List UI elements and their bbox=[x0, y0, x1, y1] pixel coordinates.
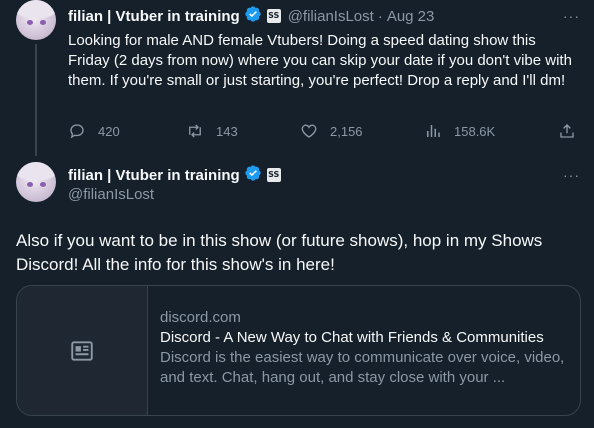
card-title: Discord - A New Way to Chat with Friends… bbox=[160, 329, 544, 346]
like-count: 2,156 bbox=[330, 123, 363, 139]
avatar[interactable] bbox=[16, 162, 56, 202]
affiliate-badge-icon: SS bbox=[266, 9, 281, 23]
like-icon bbox=[301, 124, 317, 138]
article-icon bbox=[71, 340, 93, 361]
views-button[interactable]: 158.6K bbox=[424, 122, 495, 140]
avatar[interactable] bbox=[16, 0, 56, 40]
tweet-date[interactable]: Aug 23 bbox=[387, 8, 435, 25]
reply-button[interactable]: 420 bbox=[68, 122, 120, 140]
share-button[interactable] bbox=[558, 122, 588, 140]
separator: · bbox=[377, 7, 383, 25]
link-card[interactable]: discord.com Discord - A New Way to Chat … bbox=[16, 285, 581, 416]
views-count: 158.6K bbox=[454, 123, 496, 139]
more-options-icon[interactable]: ··· bbox=[563, 167, 580, 183]
handle[interactable]: @filianIsLost bbox=[288, 8, 374, 25]
card-thumbnail bbox=[17, 286, 148, 415]
affiliate-badge-icon: SS bbox=[266, 168, 281, 182]
tweet-actions: 420 143 2,156 158.6K bbox=[68, 122, 578, 142]
retweet-button[interactable]: 143 bbox=[186, 122, 238, 140]
retweet-count: 143 bbox=[216, 123, 238, 139]
like-button[interactable]: 2,156 bbox=[300, 122, 363, 140]
reply-count: 420 bbox=[98, 123, 120, 139]
views-icon bbox=[427, 125, 440, 137]
card-body: discord.com Discord - A New Way to Chat … bbox=[148, 286, 580, 415]
tweet-text: Also if you want to be in this show (or … bbox=[16, 231, 543, 274]
reply-icon bbox=[70, 124, 84, 139]
verified-icon bbox=[244, 164, 262, 187]
card-description: Discord is the easiest way to communicat… bbox=[160, 349, 565, 386]
retweet-icon bbox=[189, 124, 201, 138]
handle[interactable]: @filianIsLost bbox=[68, 186, 154, 203]
tweet-text: Looking for male AND female Vtubers! Doi… bbox=[68, 32, 572, 89]
tweet-header: filian | Vtuber in training SS @filianIs… bbox=[68, 5, 435, 28]
display-name[interactable]: filian | Vtuber in training bbox=[68, 167, 240, 184]
display-name[interactable]: filian | Vtuber in training bbox=[68, 8, 240, 25]
more-options-icon[interactable]: ··· bbox=[563, 8, 580, 24]
thread-line bbox=[35, 44, 37, 156]
card-domain: discord.com bbox=[160, 309, 241, 326]
verified-icon bbox=[244, 5, 262, 28]
tweet-header: filian | Vtuber in training SS bbox=[68, 164, 281, 187]
share-icon bbox=[560, 124, 574, 138]
